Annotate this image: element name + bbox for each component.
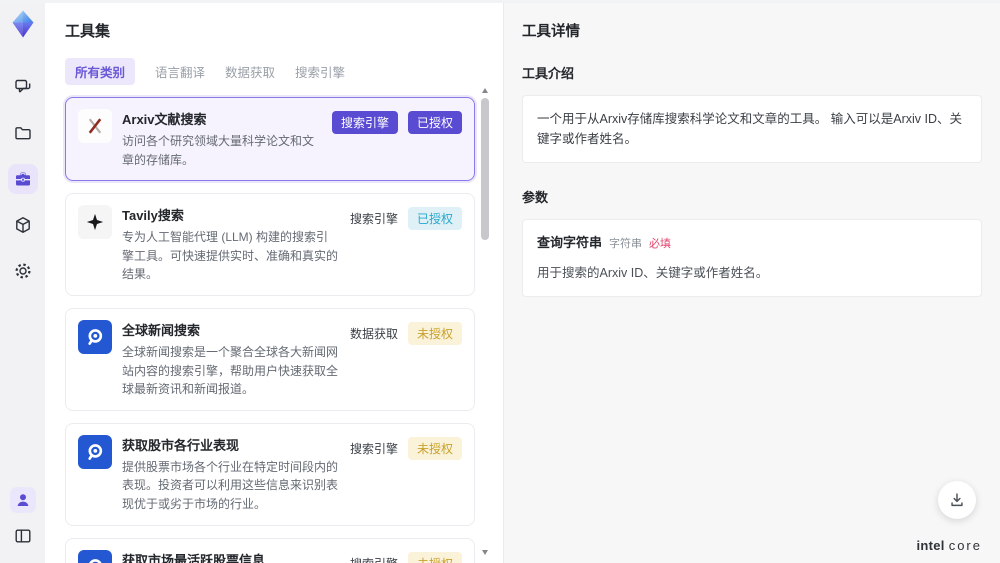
tool-name: 全球新闻搜索	[122, 322, 201, 338]
brand-core: core	[948, 538, 982, 553]
intro-heading: 工具介绍	[522, 66, 575, 81]
settings-nav-button[interactable]	[8, 256, 38, 286]
details-title: 工具详情	[522, 24, 580, 40]
auth-status-badge: 未授权	[407, 436, 462, 460]
scroll-up-arrow-icon[interactable]	[482, 88, 488, 93]
tab-language-translation[interactable]: 语言翻译	[155, 58, 205, 85]
param-required-flag: 必填	[649, 238, 672, 250]
app-logo	[7, 8, 39, 40]
settings-gear-icon	[14, 263, 31, 279]
models-nav-button[interactable]	[8, 210, 38, 240]
download-button[interactable]	[938, 481, 976, 519]
tool-name: Arxiv文献搜索	[122, 112, 207, 127]
download-icon	[951, 493, 963, 507]
cube-icon	[15, 217, 30, 233]
blue-search-icon	[78, 434, 112, 469]
auth-status-badge: 未授权	[407, 551, 462, 563]
user-profile-button[interactable]	[9, 487, 36, 513]
tool-card-tavily-search[interactable]: Tavily搜索 专为人工智能代理 (LLM) 构建的搜索引擎工具。可快速提供实…	[65, 193, 475, 296]
tool-description: 提供股票市场各个行业在特定时间段内的表现。投资者可以利用这些信息来识别表现优于或…	[122, 459, 339, 511]
tool-name: Tavily搜索	[122, 208, 184, 224]
tools-nav-button[interactable]	[7, 164, 38, 194]
auth-status-badge: 已授权	[407, 207, 462, 231]
param-name: 查询字符串	[537, 235, 603, 250]
auth-status-badge: 未授权	[407, 321, 462, 345]
tool-description: 专为人工智能代理 (LLM) 构建的搜索引擎工具。可快速提供实时、准确和真实的结…	[122, 230, 339, 282]
tool-card-arxiv-search[interactable]: Arxiv文献搜索 访问各个研究领域大量科学论文和文章的存储库。 搜索引擎 已授…	[65, 97, 475, 182]
param-description: 用于搜索的Arxiv ID、关键字或作者姓名。	[537, 265, 769, 280]
scroll-down-arrow-icon[interactable]	[482, 550, 488, 555]
tool-card-stock-sector-performance[interactable]: 获取股市各行业表现 提供股票市场各个行业在特定时间段内的表现。投资者可以利用这些…	[65, 422, 475, 526]
tavily-star-icon	[78, 205, 112, 240]
tab-search-engine[interactable]: 搜索引擎	[295, 58, 345, 85]
intel-core-logo: intel core	[916, 538, 982, 553]
tool-intro-box: 一个用于从Arxiv存储库搜索科学论文和文章的工具。 输入可以是Arxiv ID…	[522, 95, 982, 163]
category-badge: 搜索引擎	[349, 212, 398, 227]
tool-card-most-active-stocks[interactable]: 获取市场最活跃股票信息 提供当天交易量最高的股票列表。投资者可以利用这些信息来识…	[65, 537, 475, 563]
tools-panel-title: 工具集	[65, 23, 111, 40]
params-heading: 参数	[522, 190, 549, 205]
tools-panel: 工具集 所有类别 语言翻译 数据获取 搜索引擎 Arxiv文献搜索 访问各个研究…	[45, 0, 503, 563]
brand-intel: intel	[916, 538, 945, 553]
icon-rail	[0, 0, 45, 563]
tool-description: 全球新闻搜索是一个聚合全球各大新闻网站内容的搜索引擎，帮助用户快速获取全球最新资…	[122, 344, 339, 397]
tab-data-retrieval[interactable]: 数据获取	[225, 58, 275, 85]
chat-nav-button[interactable]	[8, 72, 38, 102]
tool-card-global-news-search[interactable]: 全球新闻搜索 全球新闻搜索是一个聚合全球各大新闻网站内容的搜索引擎，帮助用户快速…	[65, 307, 475, 411]
panel-toggle-button[interactable]	[8, 521, 38, 551]
tool-name: 获取市场最活跃股票信息	[122, 552, 266, 563]
tool-name: 获取股市各行业表现	[122, 437, 240, 453]
parameter-box: 查询字符串 字符串 必填 用于搜索的Arxiv ID、关键字或作者姓名。	[522, 219, 982, 297]
folder-icon	[14, 127, 31, 140]
list-scrollbar[interactable]	[481, 88, 489, 555]
blue-search-icon	[78, 319, 112, 354]
category-badge: 搜索引擎	[349, 441, 398, 456]
toolbox-icon	[15, 172, 30, 186]
tab-all-categories[interactable]: 所有类别	[65, 58, 136, 85]
auth-status-badge: 已授权	[407, 111, 462, 134]
tool-list: Arxiv文献搜索 访问各个研究领域大量科学论文和文章的存储库。 搜索引擎 已授…	[65, 97, 477, 563]
blue-search-icon	[78, 549, 112, 563]
category-badge: 搜索引擎	[350, 552, 398, 563]
files-nav-button[interactable]	[8, 118, 38, 148]
chat-icon	[14, 79, 30, 93]
scrollbar-thumb[interactable]	[481, 98, 489, 240]
window-top-edge	[0, 0, 1000, 3]
category-badge: 搜索引擎	[331, 111, 398, 134]
param-type: 字符串	[609, 238, 643, 250]
arxiv-x-icon	[78, 109, 112, 143]
category-tabs: 所有类别 语言翻译 数据获取 搜索引擎	[65, 58, 477, 85]
tool-description: 访问各个研究领域大量科学论文和文章的存储库。	[122, 134, 315, 167]
category-badge: 数据获取	[349, 326, 398, 341]
tool-details-panel: 工具详情 工具介绍 一个用于从Arxiv存储库搜索科学论文和文章的工具。 输入可…	[503, 0, 1000, 563]
user-icon	[17, 494, 28, 506]
panel-toggle-icon	[15, 529, 31, 543]
